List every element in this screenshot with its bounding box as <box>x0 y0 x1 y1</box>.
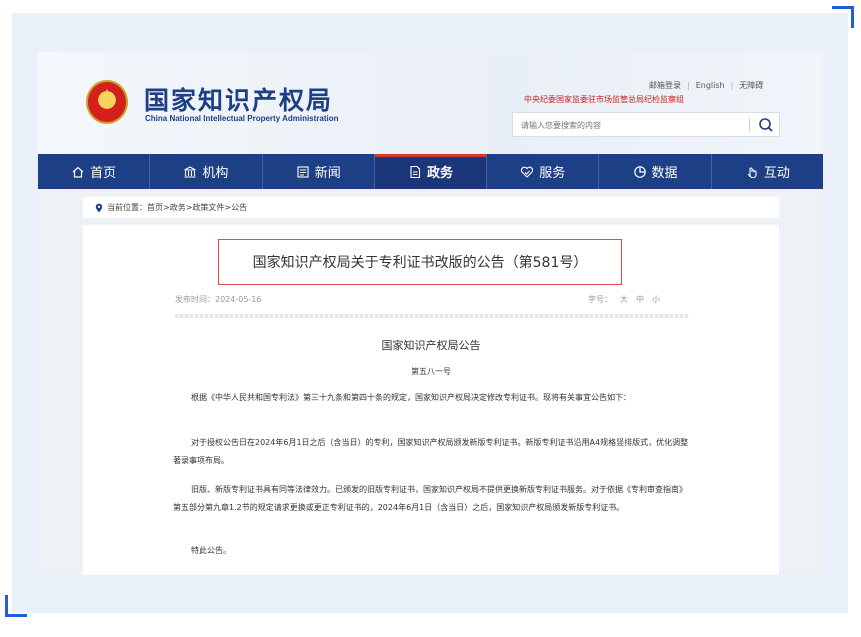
font-size-small[interactable]: 小 <box>652 295 660 304</box>
search-box <box>512 112 780 137</box>
search-input[interactable] <box>521 119 741 131</box>
nav-item-data[interactable]: 数据 <box>599 154 712 189</box>
nav-item-news[interactable]: 新闻 <box>263 154 375 189</box>
font-size-controls: 字号： 大中小 <box>588 294 660 305</box>
english-link[interactable]: English <box>690 81 731 90</box>
nav-item-interaction[interactable]: 互动 <box>712 154 823 189</box>
article-paragraph: 特此公告。 <box>191 546 231 555</box>
nav-item-label: 互动 <box>763 166 790 181</box>
breadcrumb-text[interactable]: 当前位置：首页>政务>政策文件>公告 <box>107 202 247 213</box>
search-button[interactable] <box>754 115 778 135</box>
article-panel: 国家知识产权局关于专利证书改版的公告（第581号） 发布时间：2024-05-1… <box>83 225 779 575</box>
divider <box>175 314 689 318</box>
breadcrumb: 当前位置：首页>政务>政策文件>公告 <box>83 197 779 218</box>
article-paragraph: 根据《中华人民共和国专利法》第三十九条和第四十条的规定，国家知识产权局决定修改专… <box>191 393 631 402</box>
article-title: 国家知识产权局关于专利证书改版的公告（第581号） <box>218 239 622 285</box>
nav-item-label: 新闻 <box>314 166 341 181</box>
search-divider <box>749 118 750 132</box>
national-emblem-logo: ★ <box>86 80 128 124</box>
nav-item-home[interactable]: 首页 <box>38 154 151 189</box>
hand-icon <box>747 166 757 178</box>
corner-decoration <box>5 614 27 617</box>
institution-icon <box>184 165 197 178</box>
news-icon <box>297 165 309 178</box>
font-size-label: 字号： <box>588 295 612 304</box>
nav-item-affairs[interactable]: 政务 <box>374 154 488 189</box>
article-paragraph: 旧版、新版专利证书具有同等法律效力。已颁发的旧版专利证书，国家知识产权局不提供更… <box>173 485 687 512</box>
nav-item-label: 机构 <box>202 166 229 181</box>
site-title-english: China National Intellectual Property Adm… <box>145 114 339 123</box>
main-nav: 首页 机构 新闻 政务 服务 数据 互动 <box>38 154 823 189</box>
nav-item-institution[interactable]: 机构 <box>150 154 263 189</box>
font-size-large[interactable]: 大 <box>620 295 628 304</box>
announcement-number: 第五八一号 <box>411 367 451 376</box>
corner-decoration <box>851 6 854 28</box>
font-size-medium[interactable]: 中 <box>636 295 644 304</box>
publish-date: 发布时间：2024-05-16 <box>175 295 262 304</box>
home-icon <box>72 166 84 178</box>
announcement-heading: 国家知识产权局公告 <box>381 339 481 352</box>
mail-login-link[interactable]: 邮箱登录 <box>643 81 687 90</box>
nav-item-label: 首页 <box>90 166 117 181</box>
site-title[interactable]: 国家知识产权局 <box>144 81 333 117</box>
search-icon <box>759 118 773 132</box>
nav-item-label: 服务 <box>539 166 566 181</box>
service-icon <box>521 166 534 178</box>
nav-item-service[interactable]: 服务 <box>487 154 600 189</box>
website: ★ 国家知识产权局 China National Intellectual Pr… <box>38 52 823 575</box>
article-paragraph: 对于授权公告日在2024年6月1日之后（含当日）的专利，国家知识产权局颁发新版专… <box>173 438 689 465</box>
nav-item-label: 政务 <box>426 166 453 181</box>
pie-chart-icon <box>633 165 646 178</box>
location-pin-icon <box>95 203 103 212</box>
document-icon <box>410 165 421 178</box>
top-links: 邮箱登录 | English | 无障碍 <box>643 80 769 94</box>
accessibility-link[interactable]: 无障碍 <box>733 81 769 90</box>
site-header: ★ 国家知识产权局 China National Intellectual Pr… <box>38 52 823 155</box>
supervision-link[interactable]: 中央纪委国家监委驻市场监管总局纪检监察组 <box>524 94 684 105</box>
nav-item-label: 数据 <box>651 166 678 181</box>
